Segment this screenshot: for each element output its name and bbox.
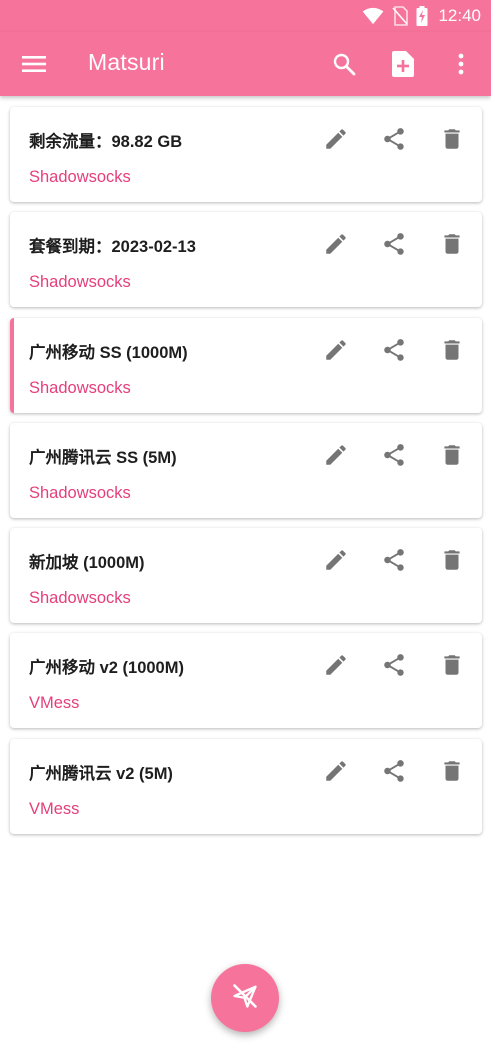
delete-icon[interactable]	[434, 542, 470, 578]
share-icon[interactable]	[376, 226, 412, 262]
selected-indicator	[10, 317, 14, 413]
status-bar: 12:40	[0, 0, 491, 32]
battery-charging-icon	[416, 6, 428, 26]
delete-icon[interactable]	[434, 753, 470, 789]
profile-name: 新加坡 (1000M)	[29, 554, 145, 573]
profile-name: 剩余流量：98.82 GB	[29, 133, 183, 151]
connect-fab[interactable]	[211, 964, 279, 1032]
share-icon[interactable]	[376, 437, 412, 473]
profile-card[interactable]: 广州腾讯云 v2 (5M) VMess	[10, 738, 482, 834]
profile-card[interactable]: 广州腾讯云 SS (5M) Shadowsocks	[10, 422, 482, 518]
profile-type: Shadowsocks	[29, 273, 131, 292]
edit-icon[interactable]	[318, 226, 354, 262]
profile-type: Shadowsocks	[29, 483, 131, 502]
delete-icon[interactable]	[434, 332, 470, 368]
profile-type: Shadowsocks	[29, 378, 131, 397]
app-bar: Matsuri	[0, 32, 491, 96]
paper-plane-off-icon	[231, 982, 259, 1015]
share-icon[interactable]	[376, 753, 412, 789]
profile-name: 广州移动 v2 (1000M)	[29, 659, 184, 678]
delete-icon[interactable]	[434, 647, 470, 683]
profile-name: 广州腾讯云 v2 (5M)	[29, 764, 173, 783]
profile-card[interactable]: 剩余流量：98.82 GB Shadowsocks	[10, 107, 482, 202]
profile-card[interactable]: 广州移动 SS (1000M) Shadowsocks	[10, 317, 482, 413]
search-icon[interactable]	[326, 46, 362, 82]
profile-name: 广州移动 SS (1000M)	[29, 343, 188, 362]
edit-icon[interactable]	[318, 121, 354, 157]
new-file-icon[interactable]	[385, 46, 421, 82]
status-time: 12:40	[438, 6, 481, 25]
share-icon[interactable]	[376, 121, 412, 157]
more-vert-icon[interactable]	[443, 46, 479, 82]
edit-icon[interactable]	[318, 753, 354, 789]
share-icon[interactable]	[376, 647, 412, 683]
no-sim-icon	[392, 6, 409, 26]
profile-type: Shadowsocks	[29, 589, 131, 608]
share-icon[interactable]	[376, 332, 412, 368]
profile-card[interactable]: 套餐到期：2023-02-13 Shadowsocks	[10, 212, 482, 308]
profile-name: 广州腾讯云 SS (5M)	[29, 448, 177, 467]
delete-icon[interactable]	[434, 437, 470, 473]
share-icon[interactable]	[376, 542, 412, 578]
edit-icon[interactable]	[318, 437, 354, 473]
profile-card[interactable]: 广州移动 v2 (1000M) VMess	[10, 633, 482, 729]
delete-icon[interactable]	[434, 226, 470, 262]
profile-type: VMess	[29, 799, 80, 818]
wifi-icon	[362, 7, 384, 25]
profile-type: Shadowsocks	[29, 168, 131, 186]
profile-card[interactable]: 新加坡 (1000M) Shadowsocks	[10, 528, 482, 624]
menu-icon[interactable]	[16, 46, 52, 82]
edit-icon[interactable]	[318, 542, 354, 578]
edit-icon[interactable]	[318, 332, 354, 368]
delete-icon[interactable]	[434, 121, 470, 157]
app-title: Matsuri	[88, 49, 165, 75]
edit-icon[interactable]	[318, 647, 354, 683]
profile-type: VMess	[29, 694, 80, 713]
profile-name: 套餐到期：2023-02-13	[29, 238, 196, 257]
profile-list: 剩余流量：98.82 GB Shadowsocks 套餐到期：2023-02-1…	[10, 107, 482, 844]
